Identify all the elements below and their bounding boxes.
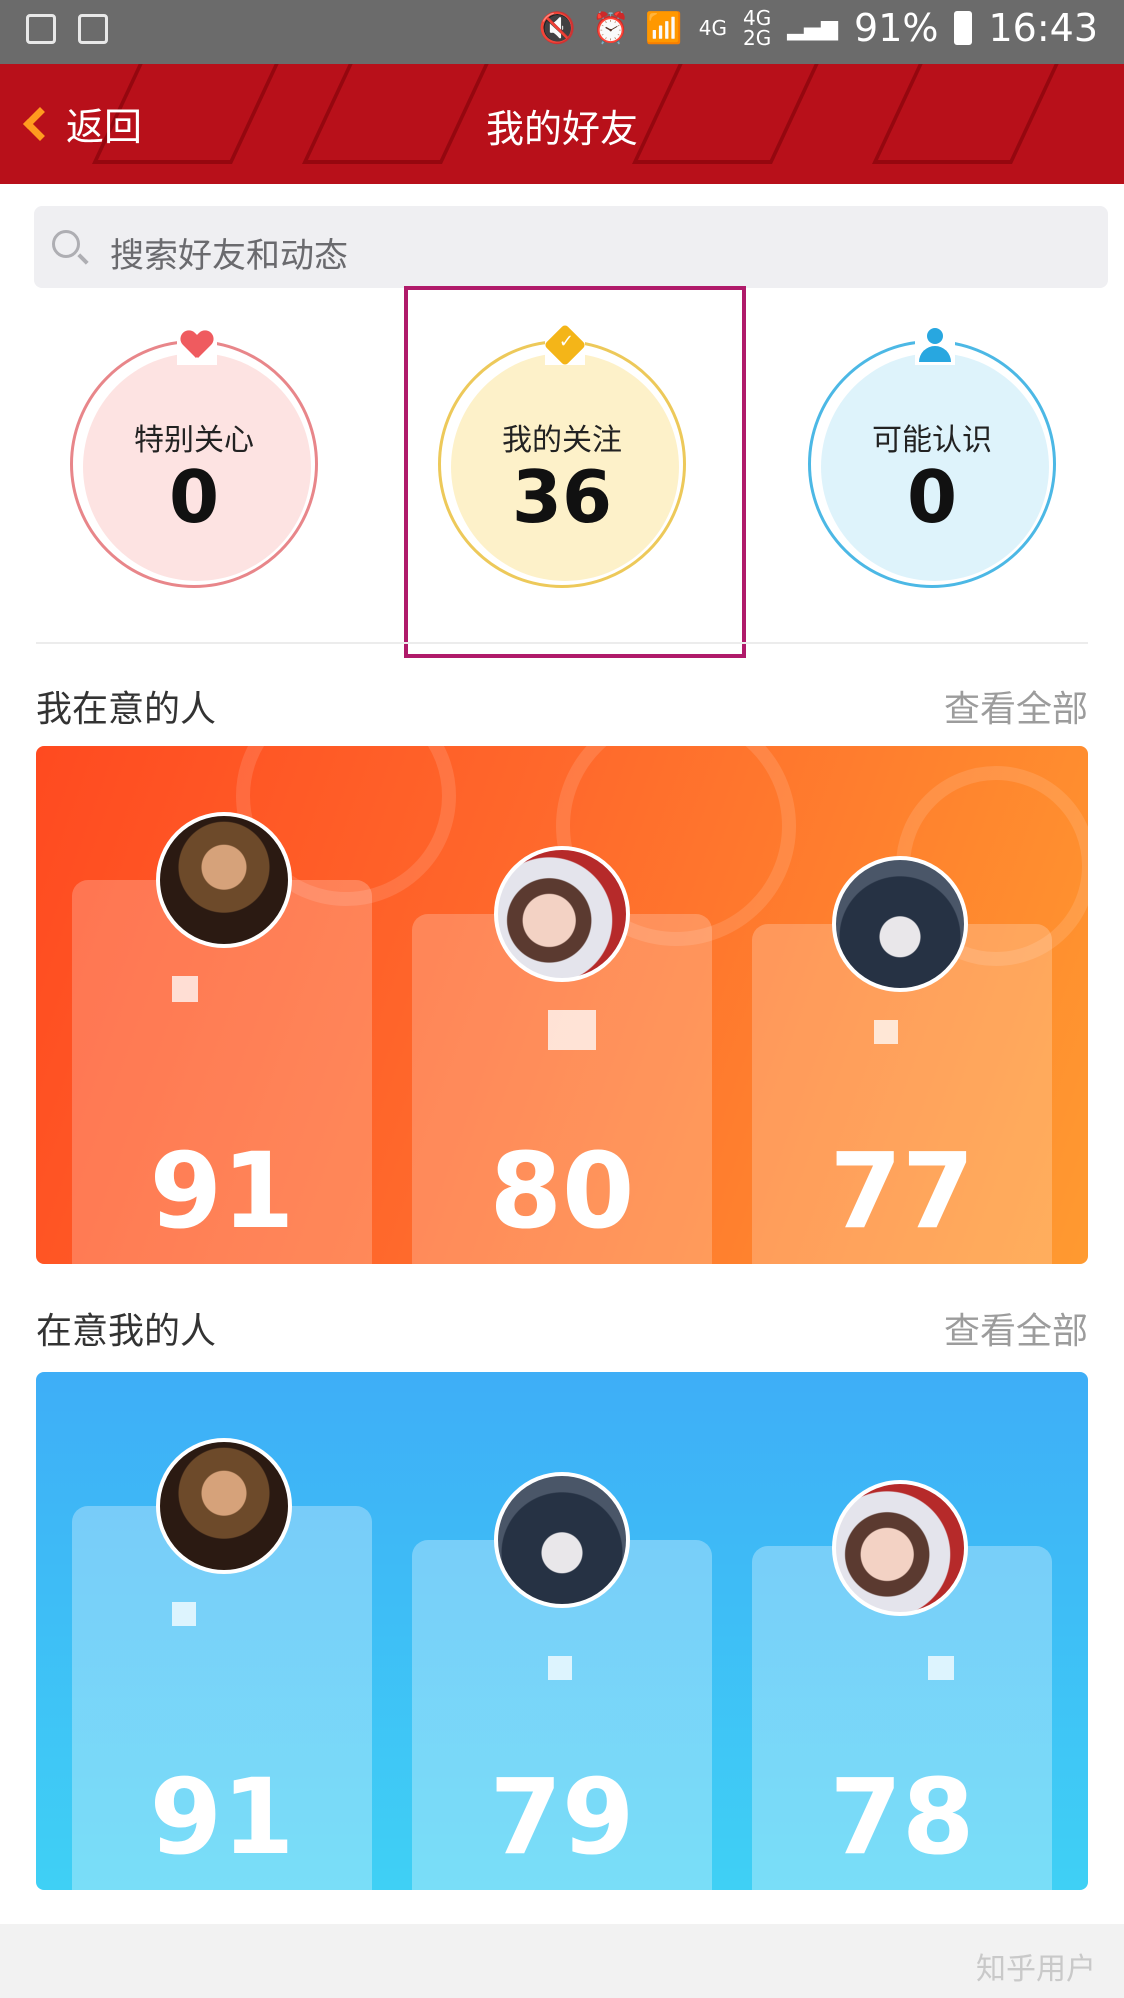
avatar[interactable]	[156, 1438, 292, 1574]
section-title-i-care: 我在意的人	[36, 689, 217, 730]
stat-label: 可能认识	[872, 423, 992, 458]
search-input[interactable]: 搜索好友和动态	[34, 206, 1108, 288]
intimacy-score: 80	[489, 1130, 635, 1252]
intimacy-score: 77	[829, 1130, 975, 1252]
avatar[interactable]	[156, 812, 292, 948]
intimacy-score: 78	[829, 1756, 975, 1878]
battery-icon	[954, 11, 973, 45]
intimacy-score: 79	[489, 1756, 635, 1878]
person-icon	[915, 325, 955, 365]
divider	[36, 642, 1088, 644]
section-title-care-me: 在意我的人	[36, 1311, 217, 1352]
page-title: 我的好友	[485, 107, 638, 151]
stat-value: 0	[906, 455, 958, 539]
may-know-stat[interactable]: 可能认识 0	[808, 325, 1056, 588]
network-type-2: 4G 2G	[743, 6, 772, 50]
avatar[interactable]	[494, 1472, 630, 1608]
mute-icon: 🔇	[538, 10, 577, 46]
redacted-name	[172, 976, 198, 1002]
watermark: 知乎用户	[976, 1952, 1096, 1987]
gallery-icon	[26, 14, 56, 44]
alarm-icon: ⏰	[592, 10, 630, 46]
care-me-panel: 91 79 78	[36, 1372, 1088, 1890]
intimacy-score: 91	[149, 1130, 295, 1252]
battery-percent: 91%	[854, 6, 939, 50]
search-placeholder: 搜索好友和动态	[110, 236, 348, 276]
recycle-icon	[78, 14, 108, 44]
clock: 16:43	[988, 6, 1098, 50]
search-icon	[52, 230, 80, 258]
status-bar: 🔇 ⏰ 📶 4G 4G 2G ▂▄▆ 91% 16:43	[0, 0, 1124, 64]
view-all-link[interactable]: 查看全部	[944, 1302, 1088, 1354]
avatar[interactable]	[494, 846, 630, 982]
stat-value: 0	[168, 455, 220, 539]
special-care-stat[interactable]: 特别关心 0	[70, 325, 318, 588]
redacted-name	[172, 1602, 196, 1626]
view-all-link[interactable]: 查看全部	[944, 680, 1088, 732]
avatar[interactable]	[832, 1480, 968, 1616]
network-type: 4G	[698, 16, 728, 40]
wifi-icon: 📶	[645, 10, 683, 46]
bottom-bar	[0, 1924, 1124, 1998]
redacted-name	[874, 1020, 898, 1044]
avatar[interactable]	[832, 856, 968, 992]
i-care-panel: 91 80 77	[36, 746, 1088, 1264]
intimacy-score: 91	[149, 1756, 295, 1878]
annotation-highlight-box	[404, 286, 746, 658]
redacted-name	[928, 1656, 954, 1680]
heart-icon	[177, 325, 217, 365]
nav-header: 返回 我的好友	[0, 64, 1124, 184]
redacted-name	[548, 1656, 572, 1680]
stat-label: 特别关心	[134, 423, 254, 458]
redacted-name	[548, 1010, 596, 1050]
signal-icon: ▂▄▆	[787, 15, 839, 41]
